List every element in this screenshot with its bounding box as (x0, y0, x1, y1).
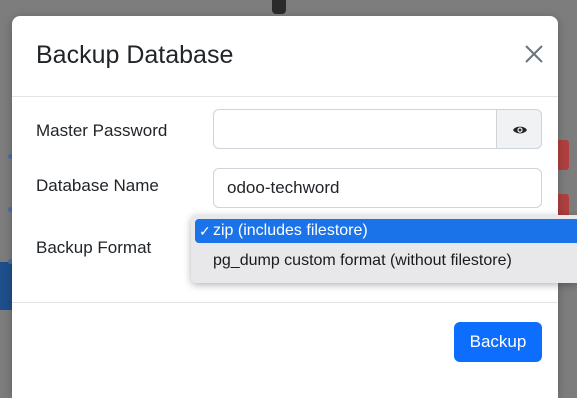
backup-button[interactable]: Backup (454, 322, 542, 362)
close-icon (525, 45, 543, 63)
backup-database-dialog: Backup Database Master Password Database… (12, 16, 558, 398)
checkmark-icon: ✓ (199, 223, 211, 239)
backup-format-dropdown: ✓ zip (includes filestore) pg_dump custo… (191, 215, 577, 283)
dialog-header: Backup Database (12, 16, 558, 97)
footer-divider (12, 302, 558, 303)
close-button[interactable] (520, 40, 548, 68)
database-name-input[interactable] (213, 168, 542, 208)
format-option-pg-dump[interactable]: pg_dump custom format (without filestore… (195, 249, 577, 273)
dialog-title: Backup Database (36, 41, 234, 69)
backup-format-label: Backup Format (36, 238, 152, 257)
option-label: zip (includes filestore) (213, 222, 368, 239)
eye-icon (513, 126, 527, 134)
master-password-input[interactable] (213, 109, 497, 149)
show-password-button[interactable] (496, 109, 542, 149)
database-name-label: Database Name (36, 176, 159, 195)
background-handle (272, 0, 286, 14)
option-label: pg_dump custom format (without filestore… (213, 252, 512, 269)
master-password-label: Master Password (36, 121, 168, 140)
format-option-zip[interactable]: ✓ zip (includes filestore) (195, 219, 577, 243)
